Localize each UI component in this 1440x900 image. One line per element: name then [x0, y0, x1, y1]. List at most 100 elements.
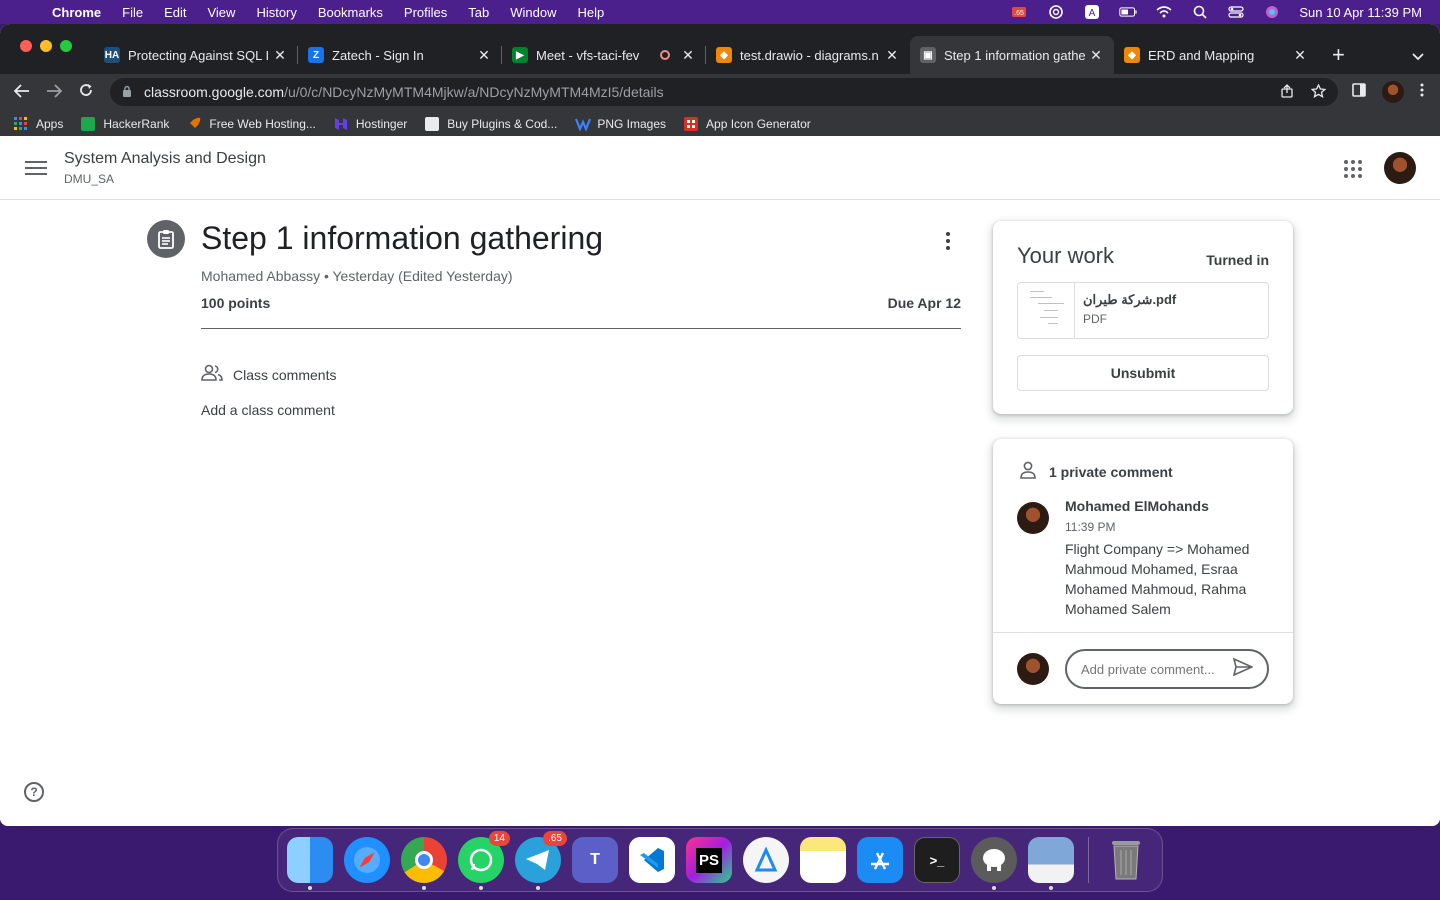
dock-notes-icon[interactable]	[800, 837, 846, 883]
menu-file[interactable]: File	[122, 5, 143, 20]
bookmarks-bar: Apps HackerRank Free Web Hosting... Host…	[0, 110, 1440, 138]
tab-favicon-icon: ◆	[716, 47, 732, 63]
send-icon[interactable]	[1232, 657, 1254, 681]
tab-title: ERD and Mapping	[1148, 47, 1255, 63]
help-icon[interactable]: ?	[24, 782, 44, 802]
tab-close-icon[interactable]: ✕	[884, 47, 900, 64]
share-icon[interactable]	[1281, 83, 1293, 101]
dock-preview-icon[interactable]	[1028, 837, 1074, 890]
dock-app-store-icon[interactable]	[857, 837, 903, 883]
profile-avatar[interactable]	[1382, 81, 1404, 103]
bookmark-hostinger[interactable]: Hostinger	[334, 117, 407, 131]
dock-finder-icon[interactable]	[287, 837, 333, 890]
menu-view[interactable]: View	[207, 5, 235, 20]
menu-window[interactable]: Window	[510, 5, 556, 20]
menubar-clock[interactable]: Sun 10 Apr 11:39 PM	[1299, 5, 1422, 20]
private-comment-field[interactable]	[1065, 649, 1269, 689]
bookmark-buy-plugins[interactable]: Buy Plugins & Cod...	[425, 116, 557, 131]
menu-tab[interactable]: Tab	[468, 5, 489, 20]
menu-profiles[interactable]: Profiles	[404, 5, 447, 20]
add-class-comment-link[interactable]: Add a class comment	[201, 402, 335, 418]
siri-icon[interactable]	[1263, 5, 1281, 19]
input-source-icon[interactable]: A	[1083, 5, 1101, 19]
minimize-window-button[interactable]	[40, 40, 52, 52]
class-comments-header: Class comments	[201, 364, 336, 385]
tab-favicon-icon: ◆	[1124, 47, 1140, 63]
close-window-button[interactable]	[20, 40, 32, 52]
bookmark-apps[interactable]: Apps	[14, 116, 63, 131]
menu-history[interactable]: History	[256, 5, 296, 20]
dock-chrome-icon[interactable]	[401, 837, 447, 890]
bookmark-png-images[interactable]: PNG Images	[575, 116, 667, 132]
back-arrow-icon[interactable]	[6, 82, 38, 103]
dock-telegram-icon[interactable]: .65	[515, 831, 567, 890]
tab-sql-injection[interactable]: HA Protecting Against SQL I ✕	[94, 36, 298, 74]
side-panel-icon[interactable]	[1352, 82, 1366, 102]
menu-help[interactable]: Help	[578, 5, 605, 20]
forward-arrow-icon[interactable]	[38, 82, 70, 103]
dock-vscode-icon[interactable]	[629, 837, 675, 883]
menu-app-name[interactable]: Chrome	[52, 5, 101, 20]
telegram-status-icon[interactable]: .65	[1011, 5, 1029, 19]
browser-toolbar: classroom.google.com/u/0/c/NDcyNzMyMTM4M…	[0, 74, 1440, 110]
course-title[interactable]: System Analysis and Design	[64, 150, 266, 168]
dock-safari-icon[interactable]	[344, 837, 390, 883]
tab-close-icon[interactable]: ✕	[1088, 47, 1104, 64]
new-tab-plus-icon[interactable]: +	[1332, 36, 1345, 74]
dock-trash-icon[interactable]	[1103, 837, 1149, 883]
zoom-window-button[interactable]	[60, 40, 72, 52]
dock-tableplus-icon[interactable]	[971, 837, 1017, 890]
menu-bookmarks[interactable]: Bookmarks	[318, 5, 383, 20]
dock-phpstorm-icon[interactable]: PS	[686, 837, 732, 883]
creative-cloud-icon[interactable]	[1047, 5, 1065, 19]
account-avatar[interactable]	[1384, 152, 1416, 184]
tab-erd-mapping[interactable]: ◆ ERD and Mapping ✕	[1114, 36, 1318, 74]
tab-close-icon[interactable]: ✕	[1292, 47, 1308, 64]
dock-teams-icon[interactable]: T	[572, 837, 618, 883]
spotlight-search-icon[interactable]	[1191, 5, 1209, 19]
tab-search-chevron-icon[interactable]	[1412, 50, 1424, 64]
hamburger-menu-icon[interactable]	[25, 160, 47, 175]
bookmark-hackerrank[interactable]: HackerRank	[81, 116, 169, 131]
google-apps-icon[interactable]	[1344, 160, 1362, 178]
tab-close-icon[interactable]: ✕	[272, 47, 288, 64]
control-center-icon[interactable]	[1227, 5, 1245, 19]
tab-close-icon[interactable]: ✕	[680, 47, 696, 64]
window-controls	[20, 40, 72, 52]
chrome-menu-icon[interactable]	[1420, 83, 1424, 102]
tab-title: Step 1 information gathe	[944, 47, 1086, 63]
lock-icon[interactable]	[122, 85, 134, 99]
tab-zatech[interactable]: Z Zatech - Sign In ✕	[298, 36, 502, 74]
tab-close-icon[interactable]: ✕	[476, 47, 492, 64]
pdf-thumbnail	[1018, 283, 1075, 338]
dock-instruments-icon[interactable]	[743, 837, 789, 883]
dock-terminal-icon[interactable]: >_	[914, 837, 960, 883]
attachment-name: شركة طيران.pdf	[1083, 292, 1177, 307]
bookmark-label: PNG Images	[597, 116, 667, 131]
bookmark-free-web-hosting[interactable]: Free Web Hosting...	[187, 117, 316, 131]
battery-icon[interactable]	[1119, 5, 1137, 19]
classroom-page: System Analysis and Design DMU_SA Step 1…	[0, 136, 1440, 826]
reload-icon[interactable]	[70, 82, 102, 103]
tab-classroom-active[interactable]: ▣ Step 1 information gathe ✕	[910, 36, 1114, 74]
attachment-type: PDF	[1083, 312, 1107, 326]
bookmark-star-icon[interactable]	[1310, 82, 1327, 101]
wifi-icon[interactable]	[1155, 5, 1173, 19]
attachment-pdf[interactable]: شركة طيران.pdf PDF	[1017, 282, 1269, 339]
whatsapp-badge: 14	[488, 831, 510, 846]
unsubmit-button[interactable]: Unsubmit	[1017, 355, 1269, 391]
bookmark-app-icon-generator[interactable]: App Icon Generator	[684, 116, 811, 131]
dock-whatsapp-icon[interactable]: 14	[458, 831, 510, 890]
comment-divider	[993, 632, 1293, 633]
more-options-icon[interactable]	[946, 232, 950, 250]
tab-list: HA Protecting Against SQL I ✕ Z Zatech -…	[94, 36, 1345, 74]
address-bar[interactable]: classroom.google.com/u/0/c/NDcyNzMyMTM4M…	[110, 78, 1338, 106]
private-comments-card: 1 private comment Mohamed ElMohands 11:3…	[993, 439, 1293, 704]
tab-meet[interactable]: ▶ Meet - vfs-taci-fev ✕	[502, 36, 706, 74]
menu-edit[interactable]: Edit	[164, 5, 186, 20]
private-comments-header: 1 private comment	[1019, 461, 1173, 482]
private-comment-input[interactable]	[1081, 661, 1231, 677]
app-icon-generator-icon	[684, 116, 699, 131]
course-heading[interactable]: System Analysis and Design DMU_SA	[64, 150, 266, 186]
tab-drawio[interactable]: ◆ test.drawio - diagrams.n ✕	[706, 36, 910, 74]
